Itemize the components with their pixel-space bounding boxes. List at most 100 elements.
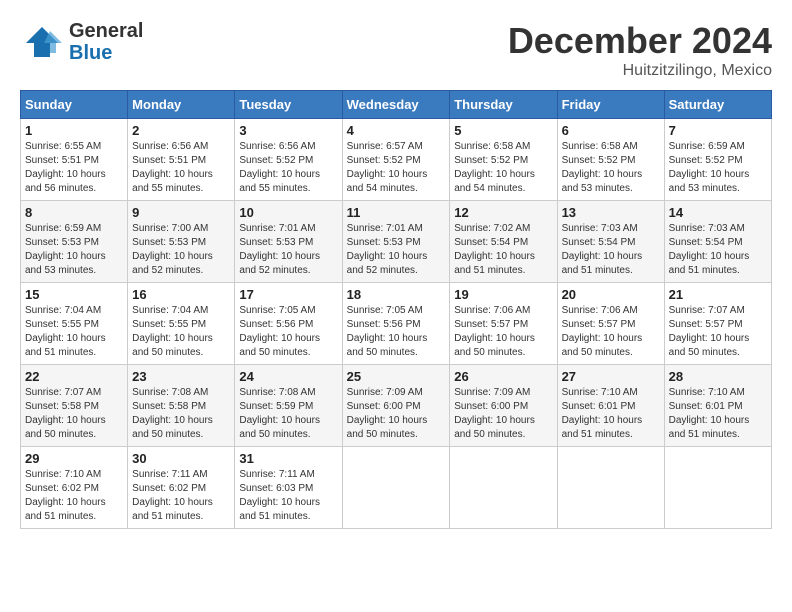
sunset-label: Sunset: 5:58 PM <box>25 401 99 412</box>
sunset-label: Sunset: 5:53 PM <box>239 237 313 248</box>
day-number: 30 <box>132 451 230 466</box>
sunset-label: Sunset: 5:53 PM <box>347 237 421 248</box>
day-info: Sunrise: 7:05 AM Sunset: 5:56 PM Dayligh… <box>239 304 337 360</box>
daylight-label: Daylight: 10 hours and 55 minutes. <box>132 169 213 194</box>
day-info: Sunrise: 7:10 AM Sunset: 6:01 PM Dayligh… <box>669 386 767 442</box>
sunrise-label: Sunrise: 7:05 AM <box>347 305 423 316</box>
day-info: Sunrise: 7:07 AM Sunset: 5:57 PM Dayligh… <box>669 304 767 360</box>
weekday-header-saturday: Saturday <box>664 91 771 119</box>
day-number: 17 <box>239 287 337 302</box>
day-info: Sunrise: 6:58 AM Sunset: 5:52 PM Dayligh… <box>562 140 660 196</box>
daylight-label: Daylight: 10 hours and 50 minutes. <box>454 333 535 358</box>
sunset-label: Sunset: 5:52 PM <box>239 155 313 166</box>
empty-cell-w4-d4 <box>450 447 557 529</box>
sunset-label: Sunset: 5:52 PM <box>454 155 528 166</box>
day-number: 24 <box>239 369 337 384</box>
logo-blue: Blue <box>69 42 143 64</box>
day-cell-7: 7 Sunrise: 6:59 AM Sunset: 5:52 PM Dayli… <box>664 119 771 201</box>
sunrise-label: Sunrise: 6:57 AM <box>347 141 423 152</box>
day-info: Sunrise: 7:06 AM Sunset: 5:57 PM Dayligh… <box>562 304 660 360</box>
day-number: 10 <box>239 205 337 220</box>
day-cell-25: 25 Sunrise: 7:09 AM Sunset: 6:00 PM Dayl… <box>342 365 450 447</box>
daylight-label: Daylight: 10 hours and 50 minutes. <box>562 333 643 358</box>
sunrise-label: Sunrise: 7:09 AM <box>347 387 423 398</box>
daylight-label: Daylight: 10 hours and 50 minutes. <box>25 415 106 440</box>
sunset-label: Sunset: 5:58 PM <box>132 401 206 412</box>
sunrise-label: Sunrise: 7:08 AM <box>132 387 208 398</box>
weekday-header-tuesday: Tuesday <box>235 91 342 119</box>
sunset-label: Sunset: 5:52 PM <box>562 155 636 166</box>
weekday-header-thursday: Thursday <box>450 91 557 119</box>
header: General Blue December 2024 Huitzitziling… <box>20 20 772 80</box>
day-number: 11 <box>347 205 446 220</box>
day-number: 13 <box>562 205 660 220</box>
daylight-label: Daylight: 10 hours and 52 minutes. <box>132 251 213 276</box>
day-info: Sunrise: 6:58 AM Sunset: 5:52 PM Dayligh… <box>454 140 552 196</box>
day-number: 16 <box>132 287 230 302</box>
day-number: 18 <box>347 287 446 302</box>
sunrise-label: Sunrise: 7:02 AM <box>454 223 530 234</box>
day-info: Sunrise: 7:10 AM Sunset: 6:02 PM Dayligh… <box>25 468 123 524</box>
day-cell-4: 4 Sunrise: 6:57 AM Sunset: 5:52 PM Dayli… <box>342 119 450 201</box>
daylight-label: Daylight: 10 hours and 51 minutes. <box>25 497 106 522</box>
sunrise-label: Sunrise: 7:01 AM <box>239 223 315 234</box>
sunset-label: Sunset: 5:52 PM <box>347 155 421 166</box>
day-number: 4 <box>347 123 446 138</box>
day-cell-28: 28 Sunrise: 7:10 AM Sunset: 6:01 PM Dayl… <box>664 365 771 447</box>
logo: General Blue <box>20 20 143 64</box>
day-cell-15: 15 Sunrise: 7:04 AM Sunset: 5:55 PM Dayl… <box>21 283 128 365</box>
sunrise-label: Sunrise: 7:11 AM <box>239 469 314 480</box>
sunset-label: Sunset: 6:01 PM <box>669 401 743 412</box>
day-number: 31 <box>239 451 337 466</box>
sunrise-label: Sunrise: 7:04 AM <box>25 305 101 316</box>
day-info: Sunrise: 6:59 AM Sunset: 5:52 PM Dayligh… <box>669 140 767 196</box>
daylight-label: Daylight: 10 hours and 50 minutes. <box>347 415 428 440</box>
day-cell-17: 17 Sunrise: 7:05 AM Sunset: 5:56 PM Dayl… <box>235 283 342 365</box>
day-number: 9 <box>132 205 230 220</box>
day-info: Sunrise: 7:09 AM Sunset: 6:00 PM Dayligh… <box>454 386 552 442</box>
daylight-label: Daylight: 10 hours and 50 minutes. <box>132 333 213 358</box>
day-info: Sunrise: 7:01 AM Sunset: 5:53 PM Dayligh… <box>239 222 337 278</box>
day-number: 21 <box>669 287 767 302</box>
day-number: 7 <box>669 123 767 138</box>
logo-name: General <box>69 20 143 42</box>
weekday-header-sunday: Sunday <box>21 91 128 119</box>
location: Huitzitzilingo, Mexico <box>508 62 772 80</box>
sunrise-label: Sunrise: 7:07 AM <box>25 387 101 398</box>
sunset-label: Sunset: 6:03 PM <box>239 483 313 494</box>
daylight-label: Daylight: 10 hours and 51 minutes. <box>562 415 643 440</box>
day-cell-24: 24 Sunrise: 7:08 AM Sunset: 5:59 PM Dayl… <box>235 365 342 447</box>
title-area: December 2024 Huitzitzilingo, Mexico <box>508 20 772 80</box>
weekday-header-row: SundayMondayTuesdayWednesdayThursdayFrid… <box>21 91 772 119</box>
day-number: 29 <box>25 451 123 466</box>
day-cell-16: 16 Sunrise: 7:04 AM Sunset: 5:55 PM Dayl… <box>128 283 235 365</box>
day-cell-11: 11 Sunrise: 7:01 AM Sunset: 5:53 PM Dayl… <box>342 201 450 283</box>
day-number: 3 <box>239 123 337 138</box>
day-cell-27: 27 Sunrise: 7:10 AM Sunset: 6:01 PM Dayl… <box>557 365 664 447</box>
day-cell-29: 29 Sunrise: 7:10 AM Sunset: 6:02 PM Dayl… <box>21 447 128 529</box>
day-info: Sunrise: 7:00 AM Sunset: 5:53 PM Dayligh… <box>132 222 230 278</box>
day-number: 25 <box>347 369 446 384</box>
sunrise-label: Sunrise: 6:55 AM <box>25 141 101 152</box>
daylight-label: Daylight: 10 hours and 53 minutes. <box>669 169 750 194</box>
empty-cell-w4-d6 <box>664 447 771 529</box>
sunset-label: Sunset: 5:55 PM <box>132 319 206 330</box>
day-info: Sunrise: 7:08 AM Sunset: 5:58 PM Dayligh… <box>132 386 230 442</box>
sunrise-label: Sunrise: 7:11 AM <box>132 469 207 480</box>
daylight-label: Daylight: 10 hours and 50 minutes. <box>669 333 750 358</box>
daylight-label: Daylight: 10 hours and 52 minutes. <box>239 251 320 276</box>
day-number: 1 <box>25 123 123 138</box>
sunset-label: Sunset: 6:00 PM <box>347 401 421 412</box>
day-number: 14 <box>669 205 767 220</box>
sunrise-label: Sunrise: 6:56 AM <box>239 141 315 152</box>
sunrise-label: Sunrise: 6:58 AM <box>562 141 638 152</box>
day-cell-5: 5 Sunrise: 6:58 AM Sunset: 5:52 PM Dayli… <box>450 119 557 201</box>
day-cell-10: 10 Sunrise: 7:01 AM Sunset: 5:53 PM Dayl… <box>235 201 342 283</box>
sunrise-label: Sunrise: 6:58 AM <box>454 141 530 152</box>
daylight-label: Daylight: 10 hours and 56 minutes. <box>25 169 106 194</box>
week-row-4: 22 Sunrise: 7:07 AM Sunset: 5:58 PM Dayl… <box>21 365 772 447</box>
day-number: 15 <box>25 287 123 302</box>
sunset-label: Sunset: 5:54 PM <box>454 237 528 248</box>
day-cell-14: 14 Sunrise: 7:03 AM Sunset: 5:54 PM Dayl… <box>664 201 771 283</box>
day-cell-19: 19 Sunrise: 7:06 AM Sunset: 5:57 PM Dayl… <box>450 283 557 365</box>
